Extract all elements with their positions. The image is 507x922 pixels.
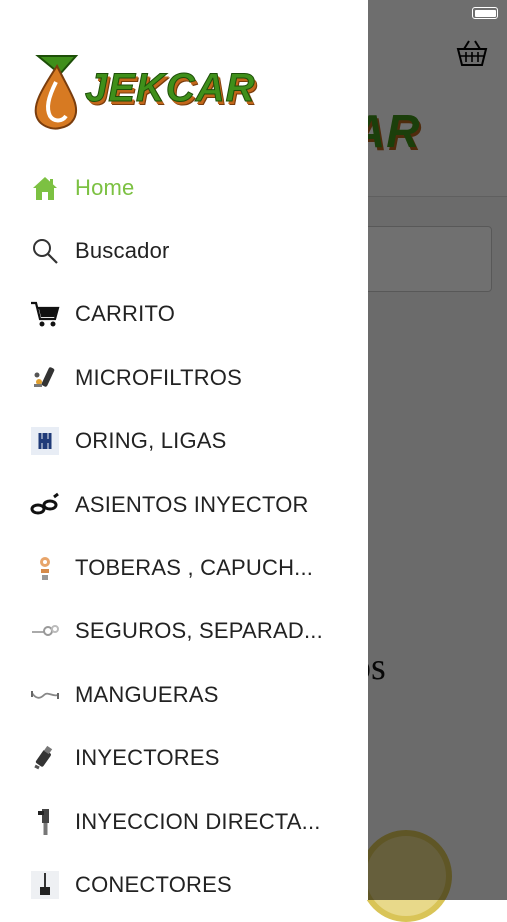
microfilter-icon <box>30 363 60 393</box>
menu-item-label: SEGUROS, SEPARAD... <box>75 618 323 644</box>
menu-item-label: CARRITO <box>75 301 176 327</box>
menu-item-mangueras[interactable]: MANGUERAS <box>0 663 368 726</box>
menu-item-inyectores[interactable]: INYECTORES <box>0 727 368 790</box>
clip-icon <box>30 616 60 646</box>
menu-item-conectores[interactable]: CONECTORES <box>0 853 368 900</box>
menu-item-label: MICROFILTROS <box>75 364 242 390</box>
cart-icon <box>30 299 60 329</box>
search-icon <box>30 236 60 266</box>
logo-drop-icon <box>34 55 79 130</box>
drawer-menu: Home Buscador CARRITO MICROFILTROS ORING… <box>0 156 368 900</box>
menu-item-label: INYECTORES <box>75 745 220 771</box>
menu-item-label: ORING, LIGAS <box>75 428 227 454</box>
brand-logo: JEKCAR <box>30 52 340 132</box>
menu-item-carrito[interactable]: CARRITO <box>0 283 368 346</box>
menu-item-seguros[interactable]: SEGUROS, SEPARAD... <box>0 600 368 663</box>
logo-wordmark: JEKCAR <box>84 66 256 111</box>
menu-item-oring[interactable]: ORING, LIGAS <box>0 410 368 473</box>
menu-item-label: Home <box>75 174 135 200</box>
injector-seat-icon <box>30 490 60 520</box>
menu-item-label: TOBERAS , CAPUCH... <box>75 555 314 581</box>
injector-icon <box>30 743 60 773</box>
menu-item-toberas[interactable]: TOBERAS , CAPUCH... <box>0 536 368 599</box>
menu-item-microfiltros[interactable]: MICROFILTROS <box>0 346 368 409</box>
direct-injection-icon <box>30 807 60 837</box>
nozzle-icon <box>30 553 60 583</box>
battery-icon <box>472 7 498 19</box>
menu-item-label: INYECCION DIRECTA... <box>75 808 321 834</box>
menu-item-label: MANGUERAS <box>75 681 219 707</box>
menu-item-buscador[interactable]: Buscador <box>0 219 368 282</box>
menu-item-home[interactable]: Home <box>0 156 368 219</box>
connector-icon <box>30 870 60 900</box>
menu-item-asientos-inyector[interactable]: ASIENTOS INYECTOR <box>0 473 368 536</box>
hose-icon <box>30 680 60 710</box>
navigation-drawer: JEKCAR Home Buscador CARRITO MICROFILTRO… <box>0 0 368 900</box>
menu-item-label: Buscador <box>75 238 170 264</box>
menu-item-inyeccion-directa[interactable]: INYECCION DIRECTA... <box>0 790 368 853</box>
oring-icon <box>30 426 60 456</box>
menu-item-label: CONECTORES <box>75 871 232 897</box>
menu-item-label: ASIENTOS INYECTOR <box>75 491 309 517</box>
home-icon <box>30 173 60 203</box>
